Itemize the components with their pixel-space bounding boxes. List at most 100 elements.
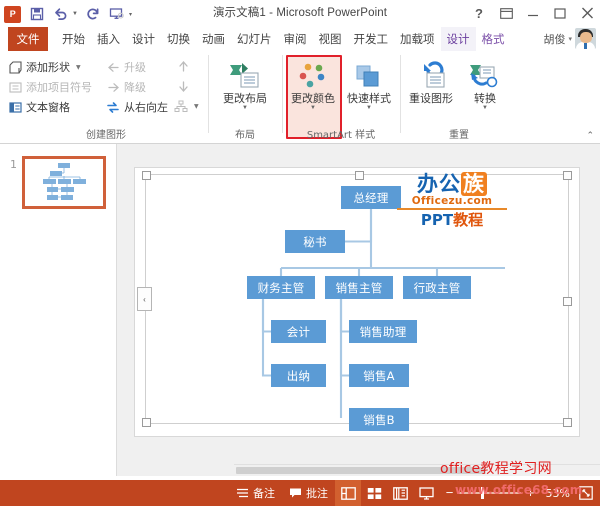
demote-button[interactable]: 降级	[106, 79, 146, 95]
text-pane-button[interactable]: 文本窗格	[8, 99, 70, 115]
node-admin-manager[interactable]: 行政主管	[403, 276, 471, 299]
close-button[interactable]	[578, 4, 596, 22]
add-shape-button[interactable]: 添加形状 ▼	[8, 59, 81, 75]
tab-insert[interactable]: 插入	[91, 27, 126, 51]
quick-styles-label: 快速样式	[347, 92, 391, 105]
resize-handle-ne[interactable]	[563, 171, 572, 180]
user-account[interactable]: 胡俊 ▾	[543, 28, 596, 49]
change-layout-button[interactable]: 更改布局 ▼	[218, 57, 272, 112]
node-sales-b[interactable]: 销售B	[349, 408, 409, 431]
node-secretary[interactable]: 秘书	[285, 230, 345, 253]
chevron-down-icon[interactable]: ▼	[194, 103, 199, 110]
add-shape-icon	[8, 60, 22, 74]
thumbnail-preview	[43, 163, 86, 200]
resize-handle-sw[interactable]	[142, 418, 151, 427]
move-up-button[interactable]	[176, 59, 190, 73]
chevron-down-icon[interactable]: ▼	[218, 105, 272, 112]
convert-label: 转换	[474, 92, 496, 105]
brand-watermark-tagline: PPT教程	[420, 211, 484, 229]
arrow-down-icon	[176, 79, 190, 93]
zoom-out-button[interactable]: −	[445, 486, 454, 499]
notes-label: 备注	[253, 487, 275, 500]
ribbon: 添加形状 ▼ 添加项目符号 文本窗格 升级 降级 从右向左 ▼ 创建图形 更改布…	[0, 51, 600, 144]
chevron-down-icon[interactable]: ▼	[76, 64, 81, 71]
comments-button[interactable]: 批注	[282, 480, 335, 506]
chevron-down-icon[interactable]: ▼	[342, 105, 396, 112]
brand-watermark-url: Officezu.com	[411, 195, 493, 207]
tab-animations[interactable]: 动画	[196, 27, 231, 51]
tab-view[interactable]: 视图	[313, 27, 348, 51]
overlay-watermark-bottom: office教程学习网	[440, 461, 552, 477]
demote-label: 降级	[124, 81, 146, 94]
node-sales-assistant[interactable]: 销售助理	[349, 320, 417, 343]
slide-sorter-view-button[interactable]	[361, 480, 387, 506]
reading-view-button[interactable]	[387, 480, 413, 506]
work-area: 1 ‹ 总经理 秘书 财务主管 销售主管 行政主管 会计 销售助理 出纳 销售A…	[0, 144, 600, 476]
change-colors-label: 更改颜色	[291, 92, 335, 105]
notes-button[interactable]: 备注	[229, 480, 282, 506]
change-colors-button[interactable]: 更改颜色 ▼	[286, 57, 340, 112]
node-cashier[interactable]: 出纳	[271, 364, 326, 387]
tab-developer[interactable]: 开发工	[348, 27, 395, 51]
text-pane-label: 文本窗格	[26, 101, 70, 114]
comment-icon	[290, 488, 301, 498]
slide-editing-stage: ‹ 总经理 秘书 财务主管 销售主管 行政主管 会计 销售助理 出纳 销售A 销…	[117, 144, 600, 476]
brand-watermark: 办公族 Officezu.com PPT教程	[393, 172, 511, 229]
tab-addins[interactable]: 加载项	[394, 27, 441, 51]
group-label-create-graphic: 创建图形	[86, 130, 126, 141]
resize-handle-e[interactable]	[563, 297, 572, 306]
move-down-button[interactable]	[176, 79, 190, 93]
avatar[interactable]	[575, 28, 596, 49]
slide-canvas[interactable]: ‹ 总经理 秘书 财务主管 销售主管 行政主管 会计 销售助理 出纳 销售A 销…	[135, 168, 579, 436]
add-bullet-label: 添加项目符号	[26, 81, 92, 94]
text-pane-icon	[8, 100, 22, 114]
minimize-button[interactable]	[524, 4, 542, 22]
slideshow-view-button[interactable]	[413, 480, 439, 506]
chevron-down-icon[interactable]: ▼	[458, 105, 512, 112]
collapse-ribbon-button[interactable]: ⌃	[586, 130, 594, 141]
node-sales-a[interactable]: 销售A	[349, 364, 409, 387]
promote-button[interactable]: 升级	[106, 59, 146, 75]
convert-icon	[458, 57, 512, 91]
right-to-left-label: 从右向左	[124, 101, 168, 114]
tab-transitions[interactable]: 切换	[161, 27, 196, 51]
tab-home[interactable]: 开始	[56, 27, 91, 51]
add-bullet-button[interactable]: 添加项目符号	[8, 79, 92, 95]
reset-graphic-label: 重设图形	[409, 92, 453, 105]
arrow-up-icon	[176, 59, 190, 73]
title-bar: P ▼ ▾ 演示文稿1 - Microsoft PowerPoint ?	[0, 0, 600, 27]
change-layout-icon	[218, 57, 272, 91]
layout-button[interactable]: ▼	[174, 99, 199, 113]
tab-slideshow[interactable]: 幻灯片	[231, 27, 278, 51]
resize-handle-se[interactable]	[563, 418, 572, 427]
node-finance-manager[interactable]: 财务主管	[247, 276, 315, 299]
tab-review[interactable]: 审阅	[278, 27, 313, 51]
right-to-left-button[interactable]: 从右向左	[106, 99, 168, 115]
node-accountant[interactable]: 会计	[271, 320, 326, 343]
node-general-manager[interactable]: 总经理	[341, 186, 401, 209]
add-shape-label: 添加形状	[26, 61, 70, 74]
normal-view-button[interactable]	[335, 480, 361, 506]
ribbon-display-options-button[interactable]	[497, 4, 515, 22]
reset-graphic-button[interactable]: 重设图形	[404, 57, 458, 105]
reset-graphic-icon	[404, 57, 458, 91]
node-sales-manager[interactable]: 销售主管	[325, 276, 393, 299]
slide-thumbnail-1[interactable]	[22, 156, 106, 209]
add-bullet-icon	[8, 80, 22, 94]
powerpoint-window: P ▼ ▾ 演示文稿1 - Microsoft PowerPoint ? 文件 …	[0, 0, 600, 506]
ribbon-tabs: 开始 插入 设计 切换 动画 幻灯片 审阅 视图 开发工 加载项 设计 格式	[56, 27, 511, 51]
window-controls: ?	[470, 2, 596, 24]
chevron-down-icon[interactable]: ▼	[286, 105, 340, 112]
quick-styles-button[interactable]: 快速样式 ▼	[342, 57, 396, 112]
convert-button[interactable]: 转换 ▼	[458, 57, 512, 112]
brand-watermark-cn: 办公族	[417, 172, 487, 196]
help-button[interactable]: ?	[470, 4, 488, 22]
tab-smartart-format[interactable]: 格式	[476, 27, 511, 51]
tab-design[interactable]: 设计	[126, 27, 161, 51]
group-label-reset: 重置	[449, 130, 469, 141]
maximize-button[interactable]	[551, 4, 569, 22]
chevron-down-icon[interactable]: ▾	[568, 35, 572, 43]
group-label-smartart-styles: SmartArt 样式	[306, 130, 376, 141]
tab-smartart-design[interactable]: 设计	[440, 27, 476, 51]
tab-file[interactable]: 文件	[8, 27, 48, 51]
